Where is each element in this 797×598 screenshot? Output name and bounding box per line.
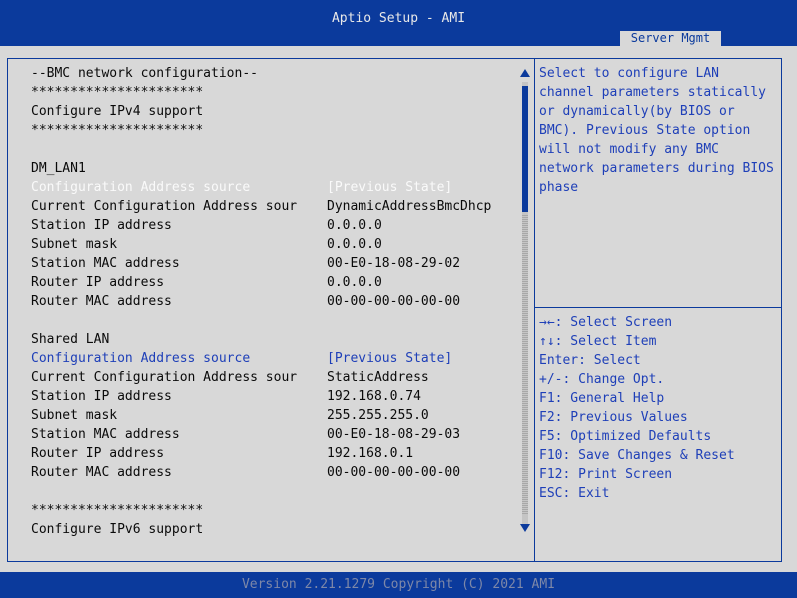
setting-value: 00-00-00-00-00-00 [327, 294, 461, 309]
setting-row: DM_LAN1 [31, 159, 521, 178]
setting-label: Subnet mask [31, 237, 118, 252]
setting-value[interactable]: [Previous State] [327, 349, 452, 368]
setting-row [31, 482, 521, 501]
setting-label: Station MAC address [31, 427, 180, 442]
help-text: Select to configure LAN channel paramete… [539, 66, 774, 195]
setting-label: Station IP address [31, 389, 172, 404]
setting-label: Configure IPv6 support [31, 522, 204, 537]
key-hint: Enter: Select [539, 353, 641, 368]
setting-value: StaticAddress [327, 370, 429, 385]
setting-row [31, 140, 521, 159]
setting-row: Router IP address 0.0.0.0 [31, 273, 521, 292]
key-legend: →←: Select Screen ↑↓: Select Item Enter: S… [539, 313, 735, 503]
key-hint: +/-: Change Opt. [539, 372, 665, 387]
key-hint: F10: Save Changes & Reset [539, 448, 735, 463]
setting-label: Router MAC address [31, 465, 172, 480]
setting-row: Station IP address 0.0.0.0 [31, 216, 521, 235]
setting-row: Router MAC address 00-00-00-00-00-00 [31, 463, 521, 482]
setting-row: Current Configuration Address sour Dynami… [31, 197, 521, 216]
setting-value: 00-E0-18-08-29-02 [327, 256, 461, 271]
setting-value: 192.168.0.74 [327, 389, 421, 404]
key-hint: ESC: Exit [539, 486, 610, 501]
setting-row: Router MAC address 00-00-00-00-00-00 [31, 292, 521, 311]
setting-value: 00-00-00-00-00-00 [327, 465, 461, 480]
setting-value: 0.0.0.0 [327, 218, 382, 233]
setting-label: ********************** [31, 503, 204, 518]
setting-row[interactable]: Configuration Address source [Previous St… [31, 349, 521, 368]
setting-label: Current Configuration Address sour [31, 199, 298, 214]
setting-row: Configure IPv4 support [31, 102, 521, 121]
setting-value: 00-E0-18-08-29-03 [327, 427, 461, 442]
key-hint: ↑↓: Select Item [539, 334, 657, 349]
setting-row: Current Configuration Address sour Static… [31, 368, 521, 387]
settings-list: --BMC network configuration-- ***********… [31, 64, 521, 539]
key-hint: F5: Optimized Defaults [539, 429, 712, 444]
setting-label: Router MAC address [31, 294, 172, 309]
setting-row: --BMC network configuration-- [31, 64, 521, 83]
scrollbar-thumb[interactable] [522, 86, 528, 212]
column-divider [534, 58, 535, 562]
setting-value: 255.255.255.0 [327, 408, 429, 423]
setting-label: DM_LAN1 [31, 161, 86, 176]
scroll-up-icon[interactable] [519, 67, 531, 79]
setting-value: DynamicAddressBmcDhcp [327, 199, 492, 214]
scroll-down-icon[interactable] [519, 522, 531, 534]
setting-row: ********************** [31, 83, 521, 102]
setting-row: Subnet mask 0.0.0.0 [31, 235, 521, 254]
key-hint: →←: Select Screen [539, 315, 673, 330]
key-hint: F2: Previous Values [539, 410, 688, 425]
setting-row: Shared LAN [31, 330, 521, 349]
setting-row: Station IP address 192.168.0.74 [31, 387, 521, 406]
help-divider [535, 307, 782, 308]
setting-label: Shared LAN [31, 332, 110, 347]
setting-label: Configure IPv4 support [31, 104, 204, 119]
setting-row: Router IP address 192.168.0.1 [31, 444, 521, 463]
setting-label: --BMC network configuration-- [31, 66, 258, 81]
setting-value: 0.0.0.0 [327, 275, 382, 290]
app-title: Aptio Setup - AMI [331, 11, 466, 26]
setting-value: 0.0.0.0 [327, 237, 382, 252]
setting-value[interactable]: [Previous State] [327, 178, 452, 197]
key-hint: F1: General Help [539, 391, 665, 406]
setting-row: ********************** [31, 121, 521, 140]
setting-label: Configuration Address source [31, 351, 251, 366]
setting-label: ********************** [31, 123, 204, 138]
key-hint: F12: Print Screen [539, 467, 673, 482]
setting-row: Station MAC address 00-E0-18-08-29-02 [31, 254, 521, 273]
setting-label: Router IP address [31, 446, 165, 461]
setting-label: Station MAC address [31, 256, 180, 271]
setting-label: Configuration Address source [31, 180, 251, 195]
setting-row [31, 311, 521, 330]
setting-row: Subnet mask 255.255.255.0 [31, 406, 521, 425]
version-text: Version 2.21.1279 Copyright (C) 2021 AMI [241, 577, 556, 592]
scrollbar-rest [522, 214, 528, 514]
setting-row: ********************** [31, 501, 521, 520]
setting-label: Router IP address [31, 275, 165, 290]
setting-row: Station MAC address 00-E0-18-08-29-03 [31, 425, 521, 444]
tab-server-mgmt[interactable]: Server Mgmt [620, 31, 721, 46]
setting-label: Current Configuration Address sour [31, 370, 298, 385]
setting-label: ********************** [31, 85, 204, 100]
setting-label: Subnet mask [31, 408, 118, 423]
setting-value: 192.168.0.1 [327, 446, 414, 461]
setting-row: Configure IPv6 support [31, 520, 521, 539]
setting-row[interactable]: Configuration Address source [Previous St… [31, 178, 521, 197]
setting-label: Station IP address [31, 218, 172, 233]
